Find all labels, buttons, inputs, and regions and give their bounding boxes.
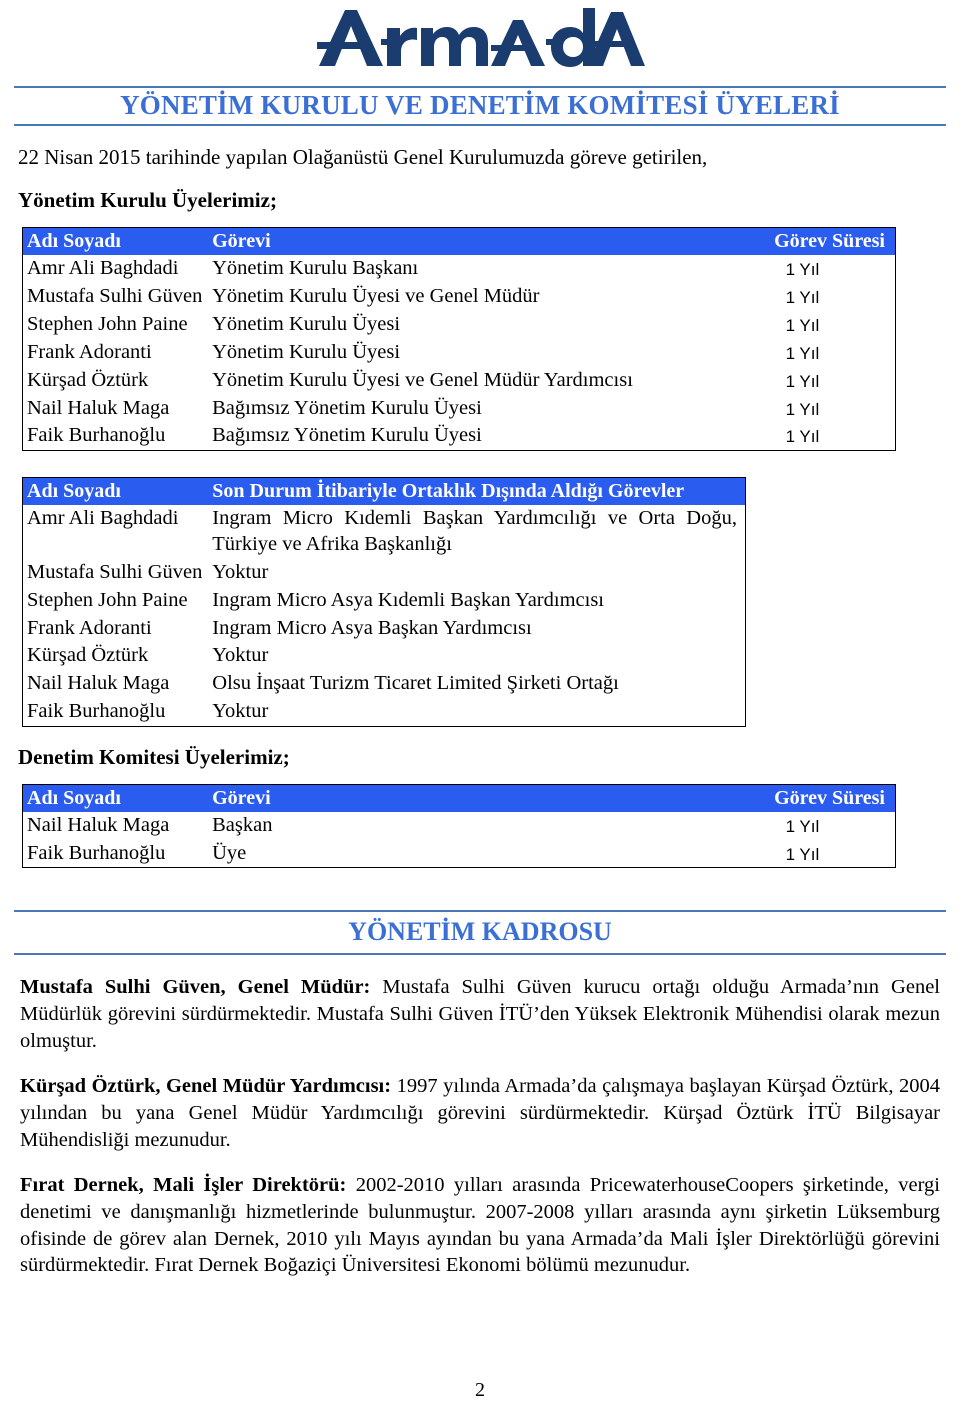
column-header-name: Adı Soyadı xyxy=(22,784,209,812)
cell-duty: Yoktur xyxy=(212,644,269,667)
kadro-title: YÖNETİM KADROSU xyxy=(348,917,612,947)
table-row: Frank Adoranti Yönetim Kurulu Üyesi 1 Yı… xyxy=(23,339,896,367)
cell-name: Kürşad Öztürk xyxy=(27,368,149,391)
table-row: Stephen John Paine Yönetim Kurulu Üyesi … xyxy=(23,311,896,339)
column-header-term: Görev Süresi xyxy=(709,784,896,812)
table-header-row: Adı Soyadı Görevi Görev Süresi xyxy=(22,784,896,812)
cell-name: Mustafa Sulhi Güven xyxy=(27,560,203,583)
table-header-row: Adı Soyadı Görevi Görev Süresi xyxy=(22,227,896,256)
table-row: Frank Adoranti Ingram Micro Asya Başkan … xyxy=(23,615,746,643)
cell-role: Yönetim Kurulu Üyesi ve Genel Müdür Yard… xyxy=(212,368,633,391)
cell-name: Frank Adoranti xyxy=(27,616,152,639)
cell-name: Amr Ali Baghdadi xyxy=(27,257,179,280)
board-members-table: Adı Soyadı Görevi Görev Süresi Amr Ali B… xyxy=(22,227,896,452)
cell-name: Faik Burhanoğlu xyxy=(27,700,166,722)
intro-paragraph: 22 Nisan 2015 tarihinde yapılan Olağanüs… xyxy=(18,145,708,170)
bio-lead: Mustafa Sulhi Güven, Genel Müdür: xyxy=(20,976,371,999)
cell-name: Nail Haluk Maga xyxy=(27,813,170,836)
cell-term: 1 Yıl xyxy=(785,343,820,363)
cell-name: Nail Haluk Maga xyxy=(27,672,170,695)
cell-duty: Yoktur xyxy=(212,560,269,583)
column-header-term: Görev Süresi xyxy=(709,227,896,256)
audit-committee-subhead: Denetim Komitesi Üyelerimiz; xyxy=(18,744,290,769)
column-header-role: Görevi xyxy=(208,227,710,256)
table-row: Mustafa Sulhi Güven Yönetim Kurulu Üyesi… xyxy=(23,283,896,311)
cell-name: Stephen John Paine xyxy=(27,313,188,336)
cell-role: Bağımsız Yönetim Kurulu Üyesi xyxy=(212,396,482,419)
cell-role: Yönetim Kurulu Üyesi xyxy=(212,340,401,363)
column-header-name: Adı Soyadı xyxy=(22,477,209,506)
bio-paragraph: Fırat Dernek, Mali İşler Direktörü: 2002… xyxy=(20,1172,940,1279)
cell-role: Yönetim Kurulu Üyesi xyxy=(212,313,401,336)
cell-name: Kürşad Öztürk xyxy=(27,644,149,667)
cell-duty: Yoktur xyxy=(212,700,269,722)
page-number: 2 xyxy=(475,1379,485,1401)
bio-paragraph: Mustafa Sulhi Güven, Genel Müdür: Mustaf… xyxy=(20,974,940,1054)
kadro-bottom-rule xyxy=(14,953,946,956)
table-row: Faik Burhanoğlu Yoktur xyxy=(23,698,746,726)
table-row: Kürşad Öztürk Yönetim Kurulu Üyesi ve Ge… xyxy=(23,367,896,395)
cell-duty: Ingram Micro Kıdemli Başkan Yardımcılığı… xyxy=(212,507,737,556)
column-header-role: Görevi xyxy=(208,784,710,812)
cell-term: 1 Yıl xyxy=(785,816,820,836)
cell-role: Yönetim Kurulu Üyesi ve Genel Müdür xyxy=(212,285,540,308)
cell-term: 1 Yıl xyxy=(785,371,820,391)
table-row: Stephen John Paine Ingram Micro Asya Kıd… xyxy=(23,587,746,615)
table-row: Amr Ali Baghdadi Yönetim Kurulu Başkanı … xyxy=(23,255,896,283)
bio-lead: Fırat Dernek, Mali İşler Direktörü: xyxy=(20,1174,347,1197)
document-page: YÖNETİM KURULU VE DENETİM KOMİTESİ ÜYELE… xyxy=(0,0,960,1416)
table-header-row: Adı Soyadı Son Durum İtibariyle Ortaklık… xyxy=(22,477,746,506)
table-row: Nail Haluk Maga Olsu İnşaat Turizm Ticar… xyxy=(23,670,746,698)
cell-role: Üye xyxy=(212,841,247,864)
cell-name: Amr Ali Baghdadi xyxy=(27,507,179,530)
board-members-subhead: Yönetim Kurulu Üyelerimiz; xyxy=(18,188,277,213)
table-row: Faik Burhanoğlu Bağımsız Yönetim Kurulu … xyxy=(23,422,896,450)
cell-name: Nail Haluk Maga xyxy=(27,396,170,419)
cell-name: Faik Burhanoğlu xyxy=(27,424,166,447)
cell-duty: Olsu İnşaat Turizm Ticaret Limited Şirke… xyxy=(212,672,619,695)
company-logo xyxy=(12,0,948,86)
bio-paragraph: Kürşad Öztürk, Genel Müdür Yardımcısı: 1… xyxy=(20,1073,940,1153)
armada-logo-icon xyxy=(317,8,645,67)
cell-term: 1 Yıl xyxy=(785,288,820,308)
cell-term: 1 Yıl xyxy=(785,427,820,447)
page-title: YÖNETİM KURULU VE DENETİM KOMİTESİ ÜYELE… xyxy=(120,90,840,120)
outside-duties-table: Adı Soyadı Son Durum İtibariyle Ortaklık… xyxy=(22,477,746,727)
cell-name: Faik Burhanoğlu xyxy=(27,841,166,864)
cell-name: Mustafa Sulhi Güven xyxy=(27,285,203,308)
cell-name: Frank Adoranti xyxy=(27,340,152,363)
cell-name: Stephen John Paine xyxy=(27,588,188,611)
title-band-bottom-rule xyxy=(14,124,946,127)
table-row: Mustafa Sulhi Güven Yoktur xyxy=(23,559,746,587)
cell-duty: Ingram Micro Asya Başkan Yardımcısı xyxy=(212,616,532,639)
management-section: YÖNETİM KADROSU xyxy=(12,910,948,956)
table-row: Faik Burhanoğlu Üye 1 Yıl xyxy=(23,840,896,868)
column-header-duties: Son Durum İtibariyle Ortaklık Dışında Al… xyxy=(208,477,746,506)
table-row: Kürşad Öztürk Yoktur xyxy=(23,642,746,670)
bio-lead: Kürşad Öztürk, Genel Müdür Yardımcısı: xyxy=(20,1075,392,1098)
table-row: Amr Ali Baghdadi Ingram Micro Kıdemli Ba… xyxy=(23,505,746,559)
cell-duty: Ingram Micro Asya Kıdemli Başkan Yardımc… xyxy=(212,588,604,611)
cell-term: 1 Yıl xyxy=(785,260,820,280)
cell-role: Başkan xyxy=(212,813,273,836)
column-header-name: Adı Soyadı xyxy=(22,227,209,256)
cell-term: 1 Yıl xyxy=(785,399,820,419)
cell-term: 1 Yıl xyxy=(785,316,820,336)
cell-term: 1 Yıl xyxy=(785,844,820,864)
cell-role: Yönetim Kurulu Başkanı xyxy=(212,257,419,280)
table-row: Nail Haluk Maga Başkan 1 Yıl xyxy=(23,812,896,840)
cell-role: Bağımsız Yönetim Kurulu Üyesi xyxy=(212,424,482,447)
page-title-band: YÖNETİM KURULU VE DENETİM KOMİTESİ ÜYELE… xyxy=(12,88,948,124)
audit-committee-table: Adı Soyadı Görevi Görev Süresi Nail Halu… xyxy=(22,783,896,869)
table-row: Nail Haluk Maga Bağımsız Yönetim Kurulu … xyxy=(23,395,896,423)
